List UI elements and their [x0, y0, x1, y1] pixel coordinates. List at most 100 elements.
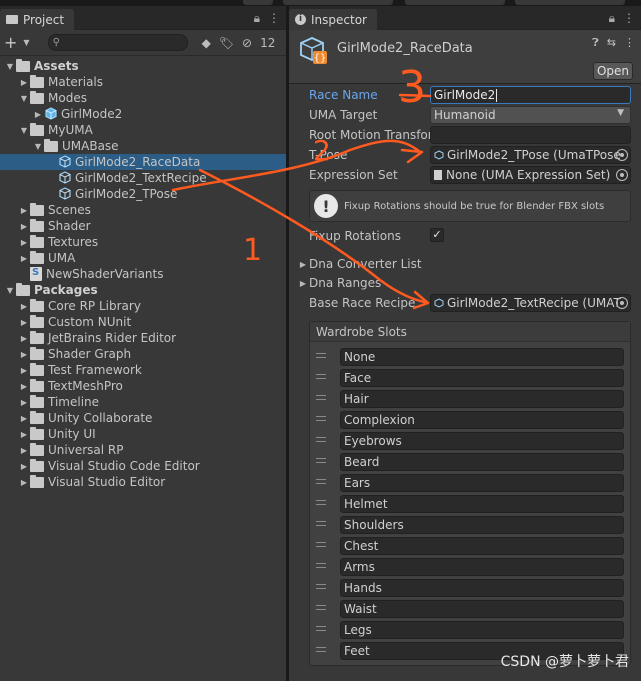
search-input[interactable]: ⚲	[47, 34, 188, 51]
tree-item[interactable]: ▶ Test Framework	[0, 362, 286, 378]
tree-item[interactable]: ▼ MyUMA	[0, 122, 286, 138]
filter-by-type-icon[interactable]: ◆	[202, 36, 211, 50]
chevron-right-icon[interactable]: ▶	[18, 222, 30, 231]
uma-target-dropdown[interactable]: Humanoid ▼	[430, 106, 631, 124]
object-picker-icon[interactable]	[616, 149, 628, 161]
tree-item[interactable]: NewShaderVariants	[0, 266, 286, 282]
chevron-down-icon[interactable]: ▼	[4, 62, 16, 71]
chevron-right-icon[interactable]: ▶	[18, 366, 30, 375]
chevron-right-icon[interactable]: ▶	[18, 382, 30, 391]
tree-item[interactable]: ▶ Visual Studio Code Editor	[0, 458, 286, 474]
tree-item[interactable]: ▶ Shader Graph	[0, 346, 286, 362]
race-name-input[interactable]: GirlMode2	[430, 86, 631, 104]
chevron-down-icon[interactable]: ▼	[18, 126, 30, 135]
chevron-right-icon[interactable]: ▶	[18, 414, 30, 423]
tree-item[interactable]: ▶ Unity Collaborate	[0, 410, 286, 426]
tree-item[interactable]: ▶ Core RP Library	[0, 298, 286, 314]
chevron-right-icon[interactable]: ▶	[18, 334, 30, 343]
drag-handle-icon[interactable]	[316, 458, 326, 463]
tree-item[interactable]: ▶ Shader	[0, 218, 286, 234]
more-options-icon[interactable]: ⋮	[623, 11, 635, 26]
tree-item[interactable]: ▶ Timeline	[0, 394, 286, 410]
chevron-right-icon[interactable]: ▶	[18, 318, 30, 327]
wardrobe-slot-input[interactable]: Face	[340, 369, 624, 387]
tree-item[interactable]: ▶ JetBrains Rider Editor	[0, 330, 286, 346]
wardrobe-slot-input[interactable]: Legs	[340, 621, 624, 639]
tree-item[interactable]: ▶ Scenes	[0, 202, 286, 218]
drag-handle-icon[interactable]	[316, 374, 326, 379]
wardrobe-slot-input[interactable]: Waist	[340, 600, 624, 618]
wardrobe-slot-input[interactable]: Complexion	[340, 411, 624, 429]
chevron-right-icon[interactable]: ▶	[18, 302, 30, 311]
tree-item[interactable]: ▶ Unity UI	[0, 426, 286, 442]
wardrobe-slot-input[interactable]: Hands	[340, 579, 624, 597]
drag-handle-icon[interactable]	[316, 500, 326, 505]
tree-item[interactable]: ▶ TextMeshPro	[0, 378, 286, 394]
chevron-right-icon[interactable]: ▶	[18, 350, 30, 359]
open-button[interactable]: Open	[593, 62, 633, 80]
chevron-right-icon[interactable]: ▶	[18, 206, 30, 215]
more-options-icon[interactable]: ⋮	[624, 36, 635, 50]
chevron-down-icon[interactable]: ▼	[4, 286, 16, 295]
tab-inspector[interactable]: i Inspector	[289, 9, 377, 30]
chevron-right-icon[interactable]: ▶	[18, 478, 30, 487]
object-picker-icon[interactable]	[616, 297, 628, 309]
tree-item[interactable]: GirlMode2_RaceData	[0, 154, 286, 170]
tree-item[interactable]: ▶ Universal RP	[0, 442, 286, 458]
chevron-right-icon[interactable]: ▶	[18, 398, 30, 407]
tab-project[interactable]: Project	[0, 9, 75, 30]
chevron-right-icon[interactable]: ▶	[18, 446, 30, 455]
wardrobe-slot-input[interactable]: Beard	[340, 453, 624, 471]
drag-handle-icon[interactable]	[316, 563, 326, 568]
chevron-right-icon[interactable]: ▶	[18, 430, 30, 439]
tree-item[interactable]: ▶ Textures	[0, 234, 286, 250]
chevron-right-icon[interactable]: ▶	[18, 254, 30, 263]
more-options-icon[interactable]: ⋮	[268, 11, 280, 26]
wardrobe-slot-input[interactable]: Ears	[340, 474, 624, 492]
drag-handle-icon[interactable]	[316, 605, 326, 610]
tpose-object-field[interactable]: GirlMode2_TPose (UmaTPose	[430, 146, 631, 164]
wardrobe-slot-input[interactable]: Chest	[340, 537, 624, 555]
chevron-right-icon[interactable]: ▶	[18, 462, 30, 471]
chevron-down-icon[interactable]: ▼	[18, 94, 30, 103]
tree-item[interactable]: GirlMode2_TPose	[0, 186, 286, 202]
wardrobe-slot-input[interactable]: Eyebrows	[340, 432, 624, 450]
help-icon[interactable]: ❓︎	[592, 36, 599, 50]
wardrobe-slot-input[interactable]: Helmet	[340, 495, 624, 513]
drag-handle-icon[interactable]	[316, 395, 326, 400]
expression-set-object-field[interactable]: None (UMA Expression Set)	[430, 166, 631, 184]
tree-item[interactable]: ▼ UMABase	[0, 138, 286, 154]
wardrobe-slot-input[interactable]: None	[340, 348, 624, 366]
chevron-right-icon[interactable]: ▶	[18, 78, 30, 87]
presets-icon[interactable]: ⇆	[607, 36, 616, 50]
tree-item[interactable]: ▶ UMA	[0, 250, 286, 266]
tree-item[interactable]: ▶ Materials	[0, 74, 286, 90]
drag-handle-icon[interactable]	[316, 647, 326, 652]
tree-item[interactable]: ▼ Modes	[0, 90, 286, 106]
base-recipe-object-field[interactable]: GirlMode2_TextRecipe (UMAT	[430, 294, 631, 312]
wardrobe-slot-input[interactable]: Arms	[340, 558, 624, 576]
tree-item[interactable]: ▶ Visual Studio Editor	[0, 474, 286, 490]
create-plus-button[interactable]: +	[4, 34, 17, 51]
drag-handle-icon[interactable]	[316, 437, 326, 442]
dna-converter-foldout[interactable]: ▶ Dna Converter List	[297, 255, 422, 273]
fixup-rotations-checkbox[interactable]: ✓	[430, 228, 444, 242]
drag-handle-icon[interactable]	[316, 416, 326, 421]
dna-ranges-foldout[interactable]: ▶ Dna Ranges	[297, 274, 381, 292]
root-motion-input[interactable]	[430, 126, 631, 144]
tree-item[interactable]: ▼ Assets	[0, 58, 286, 74]
tree-item[interactable]: ▼ Packages	[0, 282, 286, 298]
dropdown-caret-icon[interactable]: ▼	[23, 38, 29, 47]
lock-icon[interactable]: 🔒︎	[254, 11, 260, 26]
drag-handle-icon[interactable]	[316, 584, 326, 589]
object-picker-icon[interactable]	[616, 169, 628, 181]
drag-handle-icon[interactable]	[316, 521, 326, 526]
tree-item[interactable]: ▶ GirlMode2	[0, 106, 286, 122]
tree-item[interactable]: GirlMode2_TextRecipe	[0, 170, 286, 186]
chevron-down-icon[interactable]: ▼	[32, 142, 44, 151]
wardrobe-slot-input[interactable]: Shoulders	[340, 516, 624, 534]
filter-by-label-icon[interactable]: 🏷︎	[219, 36, 234, 50]
chevron-right-icon[interactable]: ▶	[32, 110, 44, 119]
chevron-right-icon[interactable]: ▶	[18, 238, 30, 247]
drag-handle-icon[interactable]	[316, 542, 326, 547]
